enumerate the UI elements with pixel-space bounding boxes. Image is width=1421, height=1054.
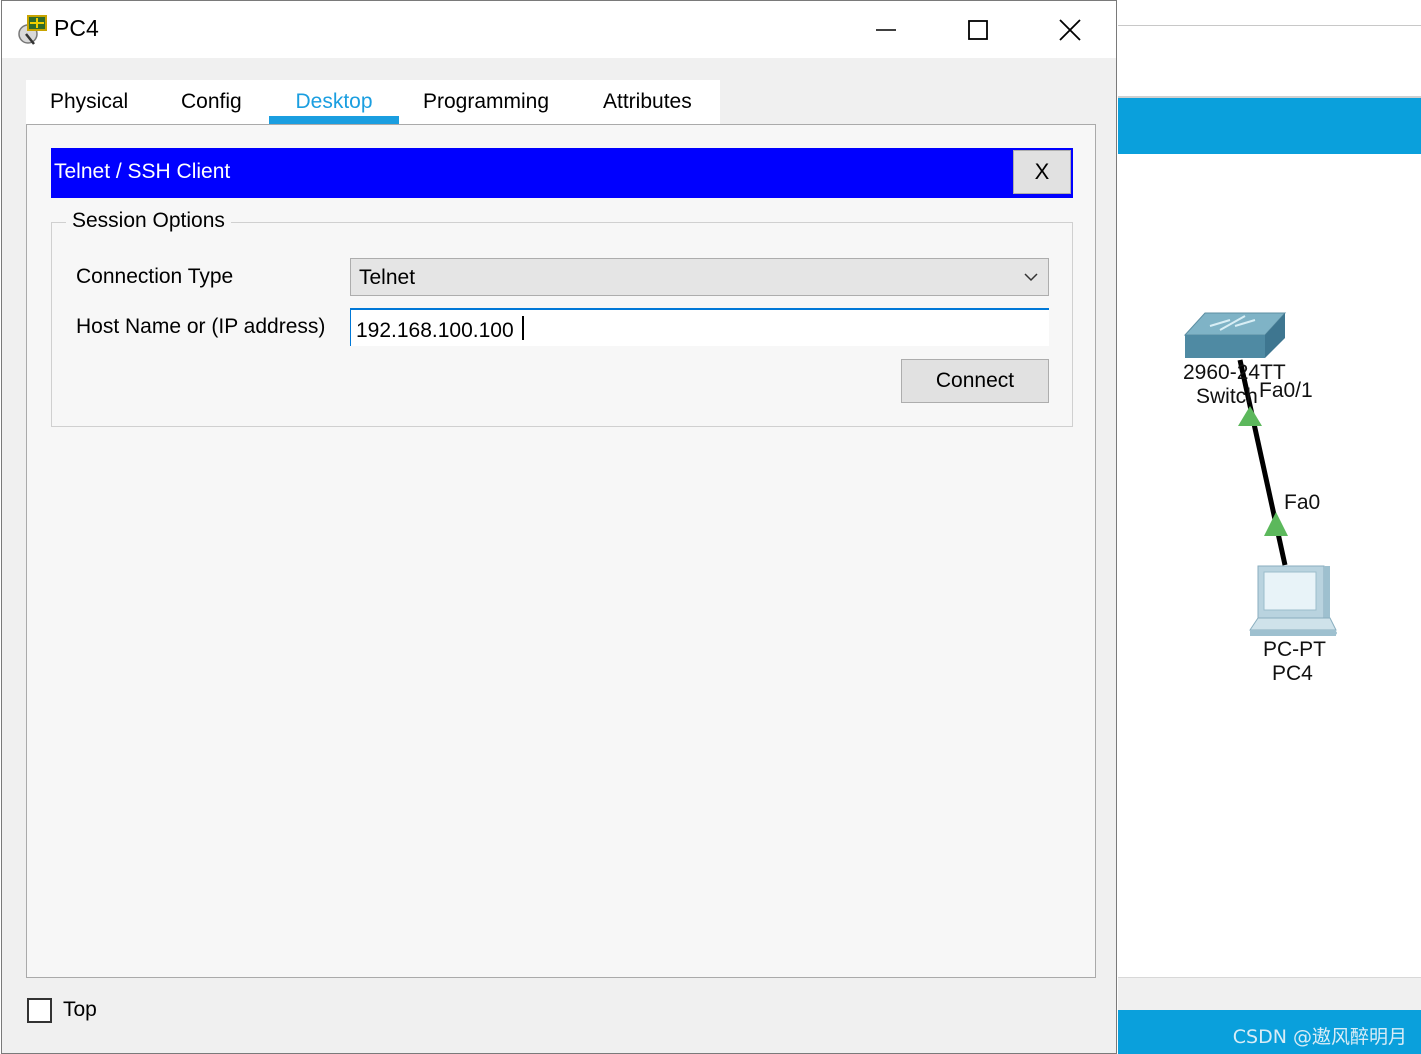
tab-config[interactable]: Config	[157, 80, 269, 124]
window-title: PC4	[54, 15, 99, 41]
pc-name-label: PC4	[1272, 662, 1313, 685]
top-checkbox[interactable]	[27, 998, 52, 1023]
connection-type-label: Connection Type	[76, 265, 234, 288]
maximize-button[interactable]	[932, 1, 1024, 58]
workspace-divider	[1118, 25, 1421, 26]
device-window: PC4 Physical Config Desktop Programming …	[1, 0, 1117, 1054]
text-caret	[522, 316, 524, 340]
desktop-content: Telnet / SSH Client X Session Options Co…	[26, 124, 1096, 978]
workspace-bottom-bar	[1118, 977, 1421, 1010]
device-tabs: Physical Config Desktop Programming Attr…	[26, 80, 720, 124]
topology-area: 2960-24TT Switch Fa0/1 Fa0 PC-PT PC4	[1160, 300, 1400, 700]
tab-attributes[interactable]: Attributes	[579, 80, 720, 124]
pc-icon[interactable]	[1249, 565, 1337, 636]
packet-tracer-icon	[18, 15, 47, 45]
watermark: CSDN @遨风醉明月	[1232, 1026, 1407, 1048]
switch-icon[interactable]	[1183, 312, 1287, 358]
session-options-legend: Session Options	[66, 209, 231, 233]
workspace-toolbar-band	[1118, 98, 1421, 154]
host-name-input[interactable]	[350, 308, 1049, 346]
minimize-icon	[876, 28, 896, 31]
tab-physical[interactable]: Physical	[26, 80, 157, 124]
panel-title: Telnet / SSH Client	[54, 160, 231, 183]
tab-desktop[interactable]: Desktop	[269, 80, 399, 124]
pc-port-label: Fa0	[1284, 491, 1321, 514]
chevron-down-icon	[1024, 273, 1038, 282]
link-status-icon	[1238, 406, 1262, 426]
title-bar[interactable]: PC4	[2, 1, 1116, 58]
session-options-group: Session Options Connection Type Telnet H…	[51, 209, 1073, 427]
close-icon	[1059, 18, 1081, 41]
pc-model-label: PC-PT	[1263, 638, 1326, 661]
top-checkbox-label: Top	[63, 998, 97, 1021]
connection-type-select[interactable]: Telnet	[350, 258, 1049, 296]
panel-close-button[interactable]: X	[1013, 150, 1071, 194]
switch-port-label: Fa0/1	[1259, 379, 1313, 402]
connection-type-value: Telnet	[359, 266, 416, 289]
connect-button[interactable]: Connect	[901, 359, 1049, 403]
minimize-button[interactable]	[840, 1, 932, 58]
maximize-icon	[968, 19, 988, 40]
window-close-button[interactable]	[1024, 1, 1116, 58]
host-name-label: Host Name or (IP address)	[76, 315, 326, 338]
link-status-icon	[1264, 512, 1288, 536]
telnet-panel-header: Telnet / SSH Client X	[51, 148, 1073, 198]
tab-programming[interactable]: Programming	[399, 80, 579, 124]
switch-name-label: Switch	[1196, 385, 1258, 408]
